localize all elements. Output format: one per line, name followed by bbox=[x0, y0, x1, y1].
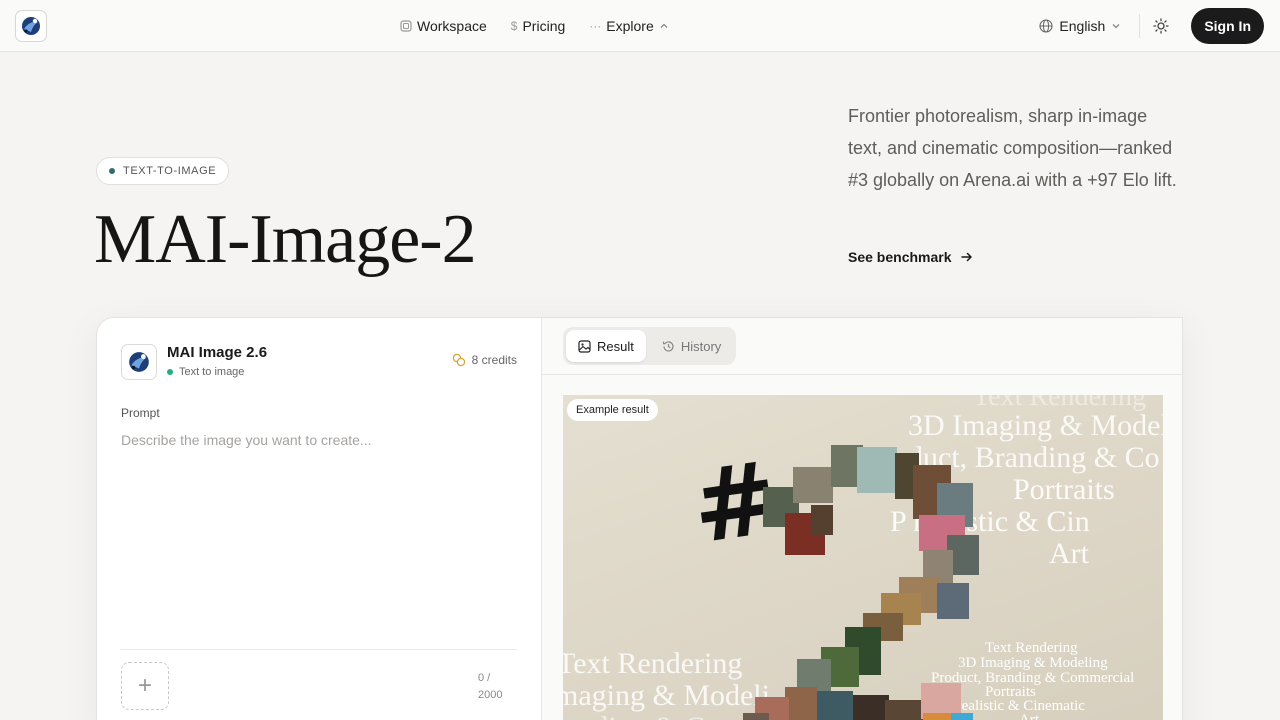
see-benchmark-link[interactable]: See benchmark bbox=[848, 249, 974, 265]
chevron-up-icon bbox=[659, 21, 669, 31]
plus-icon: + bbox=[137, 672, 152, 699]
badge-dot bbox=[109, 168, 115, 174]
nav-workspace[interactable]: Workspace bbox=[400, 18, 487, 34]
globe-icon bbox=[1039, 19, 1053, 33]
collage-number-three bbox=[743, 445, 979, 720]
add-reference-image-button[interactable]: + bbox=[121, 662, 169, 710]
result-divider bbox=[542, 374, 1182, 375]
nav-explore-label: Explore bbox=[606, 18, 654, 34]
sun-icon bbox=[1153, 18, 1169, 34]
top-navigation: Workspace $ Pricing ··· Explore English bbox=[0, 0, 1280, 52]
chevron-down-icon bbox=[1111, 21, 1121, 31]
theme-toggle-button[interactable] bbox=[1140, 5, 1183, 47]
main-nav: Workspace $ Pricing ··· Explore bbox=[400, 0, 669, 52]
result-tabs: Result History bbox=[563, 327, 737, 365]
image-icon bbox=[578, 339, 591, 353]
coins-icon bbox=[452, 353, 466, 367]
tab-result-label: Result bbox=[597, 338, 634, 354]
nav-pricing-label: Pricing bbox=[522, 18, 566, 34]
language-label: English bbox=[1059, 18, 1106, 34]
status-dot bbox=[167, 369, 173, 375]
prompt-panel: MAI Image 2.6 Text to image 8 credits Pr… bbox=[97, 318, 542, 720]
see-benchmark-label: See benchmark bbox=[848, 249, 952, 265]
example-result-badge: Example result bbox=[567, 399, 658, 421]
sign-in-button[interactable]: Sign In bbox=[1191, 8, 1264, 44]
dollar-icon: $ bbox=[510, 19, 518, 33]
nav-workspace-label: Workspace bbox=[417, 18, 487, 34]
category-badge: TEXT-TO-IMAGE bbox=[96, 157, 230, 185]
prompt-input[interactable] bbox=[121, 432, 517, 632]
char-count: 0 / bbox=[478, 672, 491, 684]
logo-icon bbox=[22, 17, 40, 35]
app-logo[interactable] bbox=[15, 10, 47, 42]
model-logo-icon bbox=[129, 352, 149, 372]
model-mode-label: Text to image bbox=[179, 366, 245, 378]
tab-history[interactable]: History bbox=[650, 330, 733, 362]
generator-card: MAI Image 2.6 Text to image 8 credits Pr… bbox=[96, 317, 1183, 720]
history-icon bbox=[662, 340, 675, 353]
tab-result[interactable]: Result bbox=[566, 330, 646, 362]
credits-display: 8 credits bbox=[452, 353, 517, 367]
tab-history-label: History bbox=[680, 338, 722, 354]
nav-explore[interactable]: ··· Explore bbox=[589, 18, 668, 34]
credits-label: 8 credits bbox=[471, 353, 517, 367]
workspace-icon bbox=[400, 20, 412, 32]
arrow-right-icon bbox=[960, 250, 974, 264]
model-logo bbox=[121, 344, 157, 380]
language-selector[interactable]: English bbox=[1039, 18, 1121, 34]
model-mode: Text to image bbox=[167, 366, 244, 378]
badge-label: TEXT-TO-IMAGE bbox=[123, 165, 217, 177]
nav-pricing[interactable]: $ Pricing bbox=[511, 18, 565, 34]
hero-description: Frontier photorealism, sharp in-image te… bbox=[848, 106, 1177, 190]
prompt-label: Prompt bbox=[121, 406, 160, 420]
nav-right: English Sign In bbox=[1039, 0, 1264, 52]
more-dots-icon: ··· bbox=[589, 19, 602, 33]
result-panel: Result History Text Rendering 3D Imaging… bbox=[542, 318, 1182, 720]
char-max: 2000 bbox=[478, 689, 503, 701]
page-title: MAI-Image-2 bbox=[94, 201, 477, 278]
prompt-divider bbox=[121, 649, 517, 650]
model-name: MAI Image 2.6 bbox=[167, 344, 268, 361]
example-result-image: Text Rendering 3D Imaging & Modeling duc… bbox=[563, 395, 1163, 720]
char-counter: 0 / 2000 bbox=[478, 670, 514, 704]
